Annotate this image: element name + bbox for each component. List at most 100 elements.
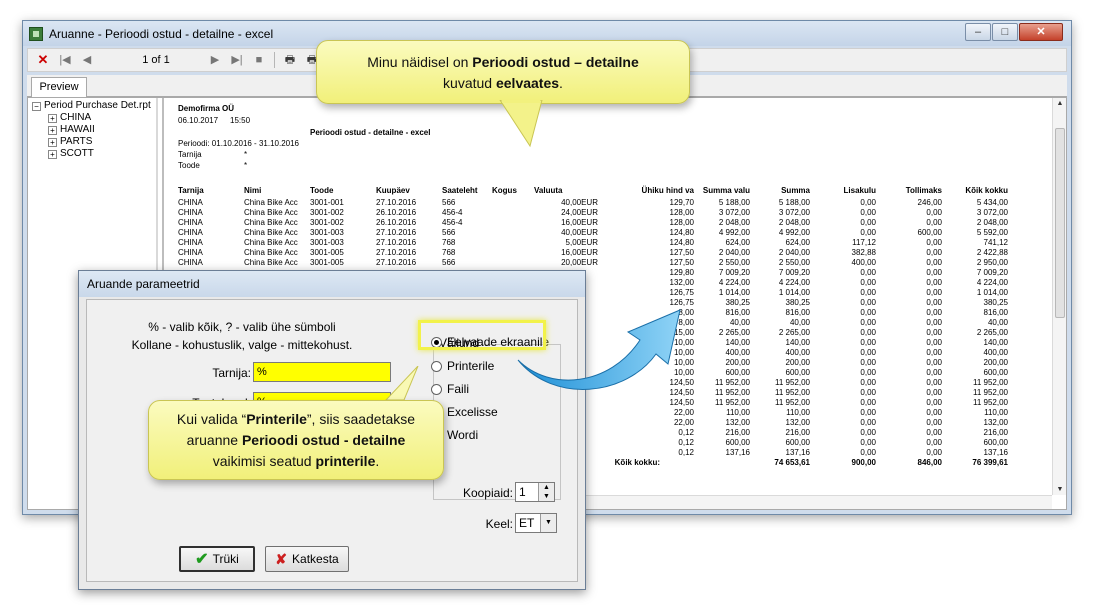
table-cell: 27.10.2016	[376, 238, 417, 247]
table-cell: 0,00	[860, 378, 876, 387]
table-row: CHINA China Bike Acc 3001-002 26.10.2016 456…	[178, 218, 1008, 228]
table-row: CHINA China Bike Acc 3001-002 26.10.2016 456…	[178, 208, 1008, 218]
table-cell: 0,00	[860, 358, 876, 367]
tree-item-parts[interactable]: + PARTS	[32, 136, 156, 148]
radio-printer[interactable]: Printerile	[431, 359, 494, 373]
tarnija-input[interactable]: %	[253, 362, 391, 382]
callout-bold: printerile	[315, 453, 376, 469]
table-cell: 0,12	[678, 438, 694, 447]
minimize-button[interactable]: –	[965, 23, 991, 41]
toolbar-separator	[274, 52, 275, 68]
tarnija-label: Tarnija:	[212, 366, 251, 380]
column-header: Valuuta	[534, 186, 563, 195]
table-cell: 0,00	[860, 208, 876, 217]
stepper-arrows-icon[interactable]: ▲ ▼	[538, 483, 554, 501]
table-cell: 16,00EUR	[561, 248, 598, 257]
table-row: CHINA China Bike Acc 3001-003 27.10.2016 768…	[178, 238, 1008, 248]
table-cell: 129,70	[669, 198, 694, 207]
tree-item-hawaii[interactable]: + HAWAII	[32, 124, 156, 136]
tree-item-china[interactable]: + CHINA	[32, 112, 156, 124]
column-header: Nimi	[244, 186, 262, 195]
keel-select[interactable]: ET ▼	[515, 513, 557, 533]
table-cell: 11 952,00	[715, 398, 750, 407]
table-cell: 5 188,00	[778, 198, 810, 207]
table-cell: 0,00	[926, 268, 942, 277]
next-page-button[interactable]: ▶	[206, 51, 224, 69]
table-cell: 11 952,00	[775, 378, 810, 387]
table-cell: 216,00	[983, 428, 1008, 437]
cancel-button[interactable]: ✘ Katkesta	[265, 546, 349, 572]
table-cell: CHINA	[178, 258, 203, 267]
filter-label: Tarnija	[178, 150, 202, 159]
expand-icon[interactable]: +	[48, 114, 57, 123]
expand-icon[interactable]: +	[48, 138, 57, 147]
callout-text: Kui valida “	[176, 411, 247, 427]
table-cell: CHINA	[178, 228, 203, 237]
maximize-button[interactable]: □	[992, 23, 1018, 41]
scrollbar-thumb[interactable]	[1055, 128, 1065, 318]
tree-item-scott[interactable]: + SCOTT	[32, 148, 156, 160]
table-cell: 0,00	[860, 368, 876, 377]
table-cell: 110,00	[786, 408, 810, 417]
collapse-icon[interactable]: −	[32, 102, 41, 111]
close-preview-button[interactable]: ✕	[34, 51, 52, 69]
print-button[interactable]: ✔ Trüki	[179, 546, 255, 572]
table-cell: 0,00	[926, 338, 942, 347]
table-cell: 600,00	[983, 438, 1008, 447]
table-cell: 0,00	[860, 418, 876, 427]
table-cell: 0,00	[860, 428, 876, 437]
column-header: Tollimaks	[905, 186, 942, 195]
first-page-button[interactable]: |◀	[56, 51, 74, 69]
vertical-scrollbar[interactable]: ▲ ▼	[1052, 98, 1066, 495]
callout-printer-note: Kui valida “Printerile”, siis saadetakse…	[148, 400, 444, 480]
table-cell: 5 434,00	[976, 198, 1008, 207]
table-cell: 140,00	[983, 338, 1008, 347]
column-header: Kuupäev	[376, 186, 410, 195]
table-cell: 11 952,00	[715, 378, 750, 387]
callout-text: vaikimisi seatud	[212, 453, 316, 469]
table-cell: CHINA	[178, 218, 203, 227]
table-cell: 0,00	[926, 388, 942, 397]
table-cell: 768	[442, 248, 456, 257]
table-cell: 0,00	[860, 448, 876, 457]
table-cell: China Bike Acc	[244, 258, 298, 267]
tab-preview[interactable]: Preview	[31, 77, 87, 98]
table-cell: 0,00	[860, 278, 876, 287]
table-cell: 624,00	[725, 238, 750, 247]
scroll-up-icon[interactable]: ▲	[1053, 100, 1067, 107]
scroll-down-icon[interactable]: ▼	[1053, 486, 1067, 493]
print-icon[interactable]: 🖶	[281, 51, 299, 69]
table-cell: 0,00	[926, 298, 942, 307]
chevron-down-icon[interactable]: ▼	[540, 514, 556, 532]
last-page-button[interactable]: ▶|	[228, 51, 246, 69]
column-header: Summa valu	[702, 186, 750, 195]
table-cell: 4 992,00	[718, 228, 750, 237]
table-cell: 400,00	[983, 348, 1008, 357]
close-window-button[interactable]: ✕	[1019, 23, 1063, 41]
table-cell: 5 592,00	[976, 228, 1008, 237]
table-cell: 624,00	[785, 238, 810, 247]
table-cell: 27.10.2016	[376, 228, 417, 237]
table-cell: 27.10.2016	[376, 198, 417, 207]
table-cell: 456-4	[442, 218, 463, 227]
table-cell: CHINA	[178, 248, 203, 257]
prev-page-button[interactable]: ◀	[78, 51, 96, 69]
dialog-title: Aruande parameetrid	[79, 271, 585, 297]
stop-button[interactable]: ■	[250, 51, 268, 69]
table-cell: 2 048,00	[718, 218, 750, 227]
tree-item-label: HAWAII	[60, 124, 95, 135]
koopiaid-stepper[interactable]: 1 ▲ ▼	[515, 482, 555, 502]
table-cell: 400,00	[785, 348, 810, 357]
callout-text: kuvatud	[443, 75, 496, 91]
table-cell: 124,80	[669, 228, 694, 237]
tree-root[interactable]: − Period Purchase Det.rpt	[32, 100, 156, 112]
expand-icon[interactable]: +	[48, 150, 57, 159]
callout-tail	[499, 100, 543, 148]
table-cell: China Bike Acc	[244, 208, 298, 217]
table-cell: 2 265,00	[778, 328, 810, 337]
report-title: Perioodi ostud - detailne - excel	[310, 128, 431, 137]
table-cell: 0,00	[926, 348, 942, 357]
koopiaid-value: 1	[519, 485, 526, 499]
table-cell: 0,00	[926, 428, 942, 437]
expand-icon[interactable]: +	[48, 126, 57, 135]
